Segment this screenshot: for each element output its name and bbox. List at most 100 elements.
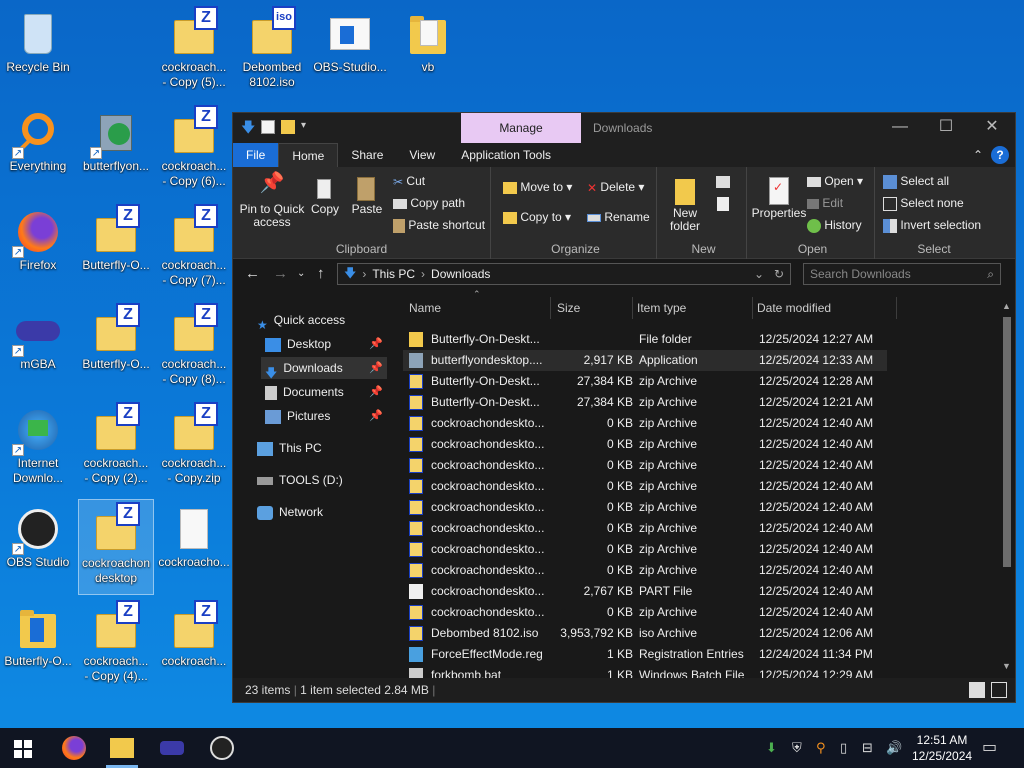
- tab-home[interactable]: Home: [278, 143, 339, 167]
- everything-tray-icon[interactable]: ⚲: [816, 728, 826, 768]
- scrollbar-thumb[interactable]: [1003, 317, 1011, 567]
- rename-button[interactable]: Rename: [587, 209, 650, 225]
- desktop-icon-9[interactable]: Z Butterfly-O...: [78, 202, 154, 298]
- network-tray-icon[interactable]: ⊟: [862, 728, 873, 768]
- desktop-icon-8[interactable]: ↗ Firefox: [0, 202, 76, 298]
- tab-share[interactable]: Share: [338, 143, 396, 167]
- nav-pictures[interactable]: Pictures 📌: [261, 405, 387, 427]
- new-folder-button[interactable]: New folder: [665, 177, 705, 233]
- search-input[interactable]: Search Downloads ⌕: [803, 263, 1001, 285]
- nav-documents[interactable]: Documents 📌: [261, 381, 387, 403]
- breadcrumb-this-pc[interactable]: This PC: [372, 267, 415, 281]
- new-folder-icon[interactable]: [281, 120, 295, 134]
- nav-network[interactable]: Network: [257, 501, 323, 523]
- paste-button[interactable]: Paste: [347, 177, 387, 216]
- desktop-icon-20[interactable]: Butterfly-O...: [0, 598, 76, 694]
- desktop-icon-3[interactable]: OBS-Studio...: [312, 4, 388, 100]
- move-to-button[interactable]: Move to ▾: [503, 179, 572, 195]
- address-dropdown-icon[interactable]: ⌄: [754, 267, 764, 281]
- file-row[interactable]: Butterfly-On-Deskt... 27,384 KB zip Archiv…: [403, 371, 887, 392]
- file-row[interactable]: butterflyondesktop.... 2,917 KB Applicatio…: [403, 350, 887, 371]
- delete-button[interactable]: ✕ Delete ▾: [587, 179, 644, 196]
- breadcrumb-downloads[interactable]: Downloads: [431, 267, 490, 281]
- desktop-icon-10[interactable]: Zcockroach... - Copy (7)...: [156, 202, 232, 298]
- minimize-button[interactable]: —: [877, 113, 923, 143]
- pin-quick-access-button[interactable]: 📌 Pin to Quick access: [237, 173, 307, 229]
- desktop-icon-22[interactable]: Zcockroach...: [156, 598, 232, 694]
- edit-button[interactable]: Edit: [807, 195, 843, 211]
- tab-file[interactable]: File: [233, 143, 279, 167]
- file-row[interactable]: cockroachondeskto... 0 KB zip Archive 12/25…: [403, 497, 887, 518]
- scroll-up-icon[interactable]: ▲: [1002, 301, 1011, 311]
- select-all-button[interactable]: Select all: [883, 173, 949, 189]
- idm-tray-icon[interactable]: ⬇: [766, 728, 777, 768]
- scroll-down-icon[interactable]: ▼: [1002, 661, 1011, 671]
- firefox-taskbar-icon[interactable]: [62, 736, 86, 760]
- recent-locations-chevron-icon[interactable]: ⌄: [297, 268, 305, 279]
- forward-arrow-icon[interactable]: →: [273, 265, 288, 282]
- close-button[interactable]: ✕: [969, 113, 1015, 143]
- desktop-icon-21[interactable]: Zcockroach... - Copy (4)...: [78, 598, 154, 694]
- copy-path-button[interactable]: Copy path: [393, 195, 465, 211]
- nav-quick-access[interactable]: ★ Quick access: [257, 309, 345, 332]
- maximize-button[interactable]: ☐: [923, 113, 969, 143]
- address-bar[interactable]: 🡇 › This PC › Downloads ⌄ ↻: [337, 263, 791, 285]
- large-icons-view-icon[interactable]: [991, 682, 1007, 698]
- nav-downloads[interactable]: 🡇 Downloads 📌: [261, 357, 387, 380]
- volume-icon[interactable]: 🔊: [886, 728, 902, 768]
- file-row[interactable]: ForceEffectMode.reg 1 KB Registration Entr…: [403, 644, 887, 665]
- file-row[interactable]: Butterfly-On-Deskt... File folder 12/25/20…: [403, 329, 887, 350]
- collapse-ribbon-icon[interactable]: ⌃: [973, 148, 983, 162]
- help-icon[interactable]: ?: [991, 146, 1009, 164]
- copy-button[interactable]: Copy: [307, 177, 343, 216]
- desktop-icon-1[interactable]: Zcockroach... - Copy (5)...: [156, 4, 232, 100]
- properties-icon[interactable]: [261, 120, 275, 134]
- nav-desktop[interactable]: Desktop 📌: [261, 333, 387, 355]
- start-windows-icon[interactable]: [12, 736, 36, 760]
- desktop-icon-15[interactable]: Zcockroach... - Copy (2)...: [78, 400, 154, 496]
- column-item-type[interactable]: Item type: [633, 297, 753, 319]
- new-item-button[interactable]: [711, 175, 735, 188]
- paste-shortcut-button[interactable]: Paste shortcut: [393, 217, 485, 233]
- down-arrow-icon[interactable]: 🡇: [241, 120, 255, 134]
- tab-view[interactable]: View: [396, 143, 448, 167]
- vertical-scrollbar[interactable]: ▲ ▼: [1001, 301, 1013, 671]
- desktop-icon-11[interactable]: ↗ mGBA: [0, 301, 76, 397]
- desktop-icon-16[interactable]: Zcockroach... - Copy.zip: [156, 400, 232, 496]
- easy-access-button[interactable]: [711, 197, 735, 211]
- column-name[interactable]: Name: [405, 297, 551, 319]
- desktop-icon-19[interactable]: cockroacho...: [156, 499, 232, 595]
- details-view-icon[interactable]: [969, 682, 985, 698]
- desktop-icon-18[interactable]: Zcockroachondesktop- Copy (3).zip: [78, 499, 154, 595]
- tab-application-tools[interactable]: Application Tools: [448, 143, 564, 167]
- invert-selection-button[interactable]: Invert selection: [883, 217, 981, 233]
- column-size[interactable]: Size: [553, 297, 633, 319]
- file-row[interactable]: cockroachondeskto... 0 KB zip Archive 12/25…: [403, 518, 887, 539]
- cut-button[interactable]: ✂ Cut: [393, 173, 425, 190]
- desktop-icon-14[interactable]: ↗ Internet Downlo...: [0, 400, 76, 496]
- desktop-icon-5[interactable]: ↗ Everything: [0, 103, 76, 199]
- select-none-button[interactable]: Select none: [883, 195, 964, 211]
- file-explorer-taskbar-icon[interactable]: [110, 738, 134, 758]
- back-arrow-icon[interactable]: ←: [245, 265, 260, 282]
- desktop-icon-13[interactable]: Zcockroach... - Copy (8)...: [156, 301, 232, 397]
- file-row[interactable]: cockroachondeskto... 2,767 KB PART File 12/…: [403, 581, 887, 602]
- column-date-modified[interactable]: Date modified: [753, 297, 897, 319]
- desktop-icon-4[interactable]: vb: [390, 4, 466, 100]
- notifications-icon[interactable]: ▭: [982, 728, 997, 768]
- clock[interactable]: 12:51 AM 12/25/2024: [912, 732, 972, 764]
- file-row[interactable]: cockroachondeskto... 0 KB zip Archive 12/25…: [403, 560, 887, 581]
- copy-to-button[interactable]: Copy to ▾: [503, 209, 571, 225]
- windows-security-tray-icon[interactable]: ⛨: [792, 728, 802, 768]
- desktop-icon-2[interactable]: iso Debombed 8102.iso: [234, 4, 310, 100]
- manage-context-tab[interactable]: Manage: [461, 113, 581, 143]
- file-row[interactable]: cockroachondeskto... 0 KB zip Archive 12/25…: [403, 413, 887, 434]
- file-row[interactable]: cockroachondeskto... 0 KB zip Archive 12/25…: [403, 476, 887, 497]
- file-row[interactable]: cockroachondeskto... 0 KB zip Archive 12/25…: [403, 539, 887, 560]
- up-arrow-icon[interactable]: ↑: [317, 265, 325, 282]
- desktop-icon-6[interactable]: ↗ butterflyon...: [78, 103, 154, 199]
- file-row[interactable]: cockroachondeskto... 0 KB zip Archive 12/25…: [403, 602, 887, 623]
- refresh-icon[interactable]: ↻: [774, 267, 784, 281]
- desktop-icon-12[interactable]: Z Butterfly-O...: [78, 301, 154, 397]
- file-row[interactable]: Debombed 8102.iso 3,953,792 KB iso Archive…: [403, 623, 887, 644]
